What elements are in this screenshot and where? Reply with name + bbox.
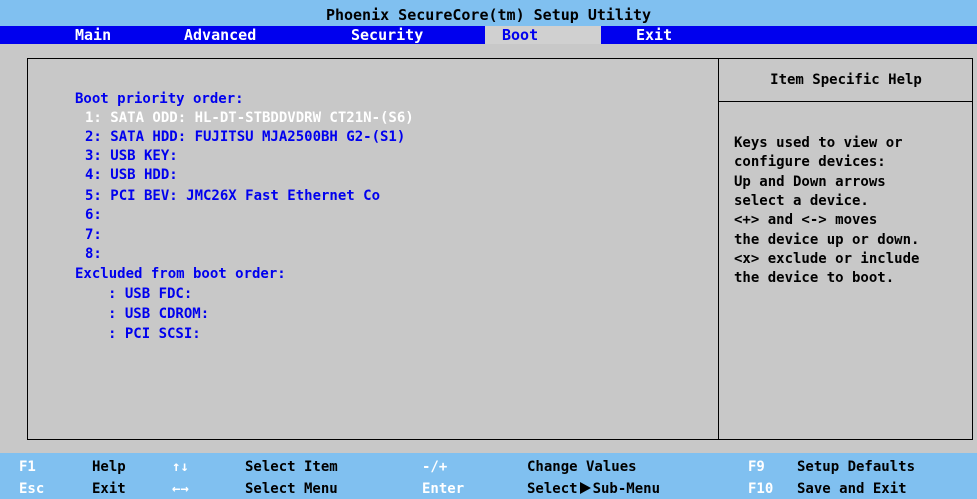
key-minusplus-label: Change Values xyxy=(527,459,637,475)
boot-item-5[interactable]: 5: PCI BEV: JMC26X Fast Ethernet Co xyxy=(85,188,380,204)
help-line: Keys used to view or xyxy=(734,135,903,151)
key-leftright-label: Select Menu xyxy=(245,481,338,497)
key-f10: F10 xyxy=(748,481,774,497)
key-f1: F1 xyxy=(19,459,36,475)
boot-item-8[interactable]: 8: xyxy=(85,246,102,262)
key-enter: Enter xyxy=(422,481,465,497)
boot-item-3[interactable]: 3: USB KEY: xyxy=(85,148,178,164)
key-f10-label: Save and Exit xyxy=(797,481,907,497)
menu-bar: Main Advanced Security Boot Exit xyxy=(0,26,977,44)
key-legend-footer: F1 Help ↑↓ Select Item -/+ Change Values… xyxy=(0,453,977,499)
key-updown-label: Select Item xyxy=(245,459,338,475)
key-f9: F9 xyxy=(748,459,765,475)
boot-item-7[interactable]: 7: xyxy=(85,227,102,243)
key-minusplus: -/+ xyxy=(422,459,448,475)
tab-security[interactable]: Security xyxy=(351,26,423,44)
key-enter-label-post: Sub-Menu xyxy=(592,481,661,497)
updown-arrows-icon: ↑↓ xyxy=(172,459,189,475)
key-esc-label: Exit xyxy=(92,481,126,497)
tab-advanced[interactable]: Advanced xyxy=(184,26,256,44)
key-enter-label-pre: Select xyxy=(527,481,578,497)
tab-boot[interactable]: Boot xyxy=(485,26,601,44)
tab-exit[interactable]: Exit xyxy=(636,26,672,44)
key-f9-label: Setup Defaults xyxy=(797,459,916,475)
help-line: <x> exclude or include xyxy=(734,251,920,267)
boot-item-2[interactable]: 2: SATA HDD: FUJITSU MJA2500BH G2-(S1) xyxy=(85,129,405,145)
help-title: Item Specific Help xyxy=(770,72,922,88)
excluded-item-usb-cdrom[interactable]: : USB CDROM: xyxy=(108,306,209,322)
boot-item-4[interactable]: 4: USB HDD: xyxy=(85,167,178,183)
leftright-arrows-icon: ←→ xyxy=(172,481,189,497)
boot-item-1[interactable]: 1: SATA ODD: HL-DT-STBDDVDRW CT21N-(S6) xyxy=(85,110,414,126)
help-separator xyxy=(719,101,973,102)
help-line: the device up or down. xyxy=(734,232,920,248)
help-line: select a device. xyxy=(734,193,869,209)
key-esc: Esc xyxy=(19,481,45,497)
help-line: <+> and <-> moves xyxy=(734,212,878,228)
help-line: the device to boot. xyxy=(734,270,895,286)
excluded-item-pci-scsi[interactable]: : PCI SCSI: xyxy=(108,326,201,342)
key-enter-label: Select Sub-Menu xyxy=(527,481,660,497)
help-line: Up and Down arrows xyxy=(734,174,886,190)
boot-priority-heading: Boot priority order: xyxy=(75,91,244,107)
excluded-heading: Excluded from boot order: xyxy=(75,266,286,282)
boot-item-6[interactable]: 6: xyxy=(85,207,102,223)
tab-main[interactable]: Main xyxy=(75,26,111,44)
help-line: configure devices: xyxy=(734,154,886,170)
excluded-item-usb-fdc[interactable]: : USB FDC: xyxy=(108,286,192,302)
window-title: Phoenix SecureCore(tm) Setup Utility xyxy=(0,0,977,26)
key-f1-label: Help xyxy=(92,459,126,475)
panel-divider xyxy=(718,58,719,440)
submenu-arrow-icon xyxy=(579,482,591,494)
